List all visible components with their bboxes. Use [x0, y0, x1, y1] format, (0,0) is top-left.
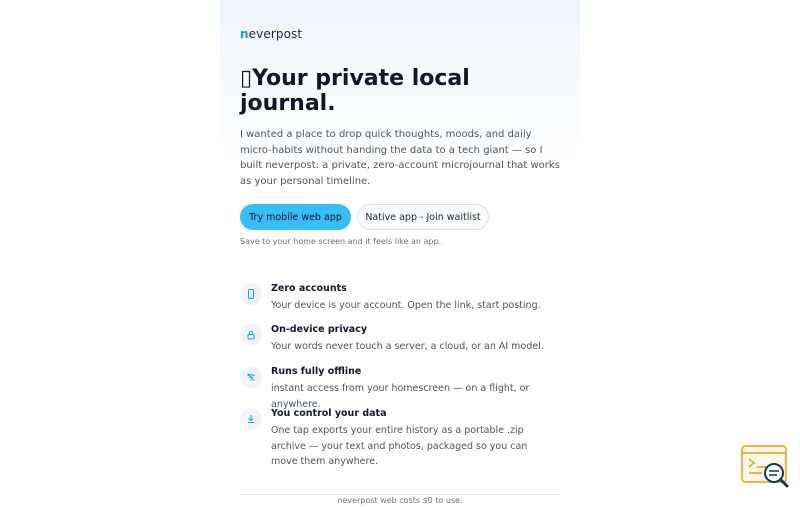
title-text: Your private local journal.	[240, 66, 470, 116]
try-web-app-button[interactable]: Try mobile web app	[240, 204, 351, 230]
feature-description: One tap exports your entire history as a…	[271, 425, 528, 467]
feature-title: Zero accounts	[271, 283, 347, 294]
feature-description: Your device is your account. Open the li…	[271, 300, 541, 311]
title-glyph: ▯	[240, 66, 253, 91]
download-icon	[240, 408, 262, 430]
logo-accent-letter: n	[240, 27, 249, 41]
footer: neverpost web costs $0 to use.	[240, 488, 560, 507]
join-waitlist-button[interactable]: Native app - Join waitlist	[357, 204, 489, 230]
feature-title: You control your data	[271, 408, 387, 419]
wifi-off-icon	[240, 366, 262, 388]
landing-page: neverpost ▯Your private local journal. I…	[220, 0, 580, 505]
install-hint: Save to your home screen and it feels li…	[240, 237, 442, 246]
search-code-badge-icon[interactable]	[740, 444, 792, 490]
brand-logo[interactable]: neverpost	[240, 27, 302, 41]
logo-text: everpost	[248, 27, 303, 41]
feature-description: Your words never touch a server, a cloud…	[271, 341, 544, 352]
feature-title: On-device privacy	[271, 324, 368, 335]
footer-text: neverpost web costs $0 to use.	[329, 496, 471, 505]
page-title: ▯Your private local journal.	[240, 66, 570, 116]
phone-icon	[240, 283, 262, 305]
intro-paragraph: I wanted a place to drop quick thoughts,…	[240, 129, 560, 187]
feature-title: Runs fully offline	[271, 366, 362, 377]
lock-icon	[240, 324, 262, 346]
